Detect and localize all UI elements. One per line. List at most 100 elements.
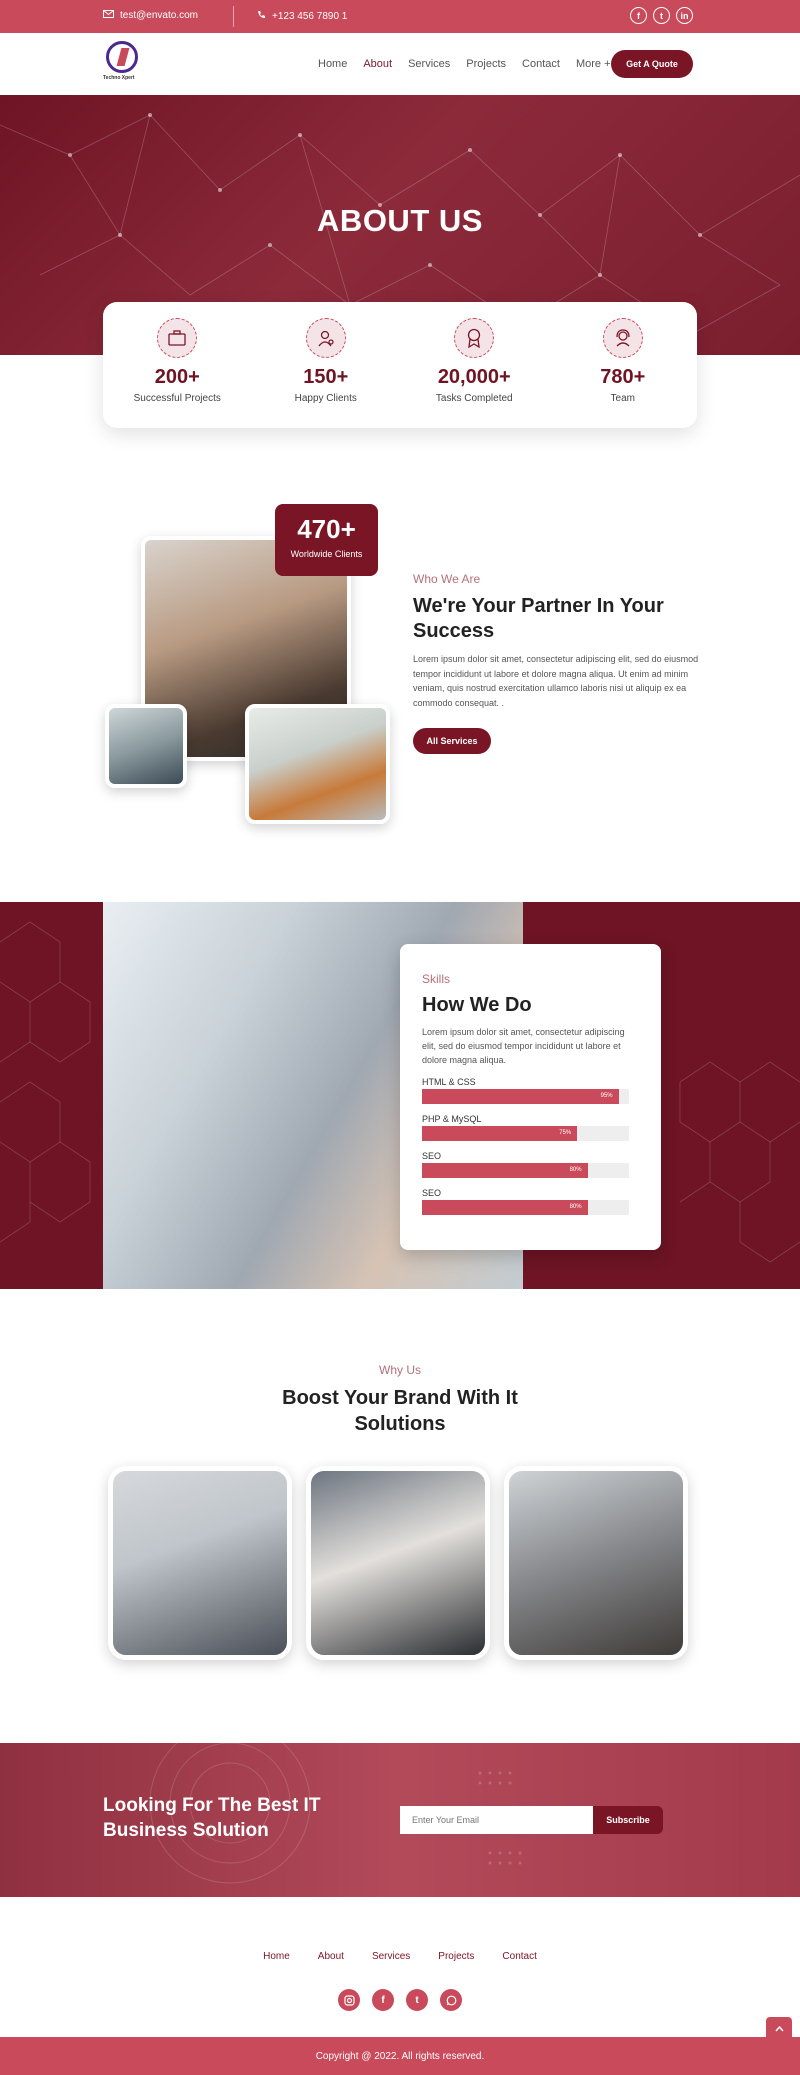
twitter-icon[interactable]: t (653, 7, 670, 24)
topbar-phone-text: +123 456 7890 1 (272, 10, 348, 22)
whatsapp-icon[interactable] (440, 1989, 462, 2011)
skill-track: 95% (422, 1089, 629, 1104)
about-text: Who We Are We're Your Partner In Your Su… (413, 572, 703, 754)
subscribe-button[interactable]: Subscribe (593, 1806, 663, 1834)
nav-home[interactable]: Home (318, 58, 347, 70)
nav-contact[interactable]: Contact (522, 58, 560, 70)
stat-label: Successful Projects (133, 393, 221, 404)
office-photo (105, 704, 187, 788)
skill-name: SEO (422, 1151, 442, 1161)
why-title: Boost Your Brand With It Solutions (282, 1387, 518, 1435)
footer-link-about[interactable]: About (318, 1951, 344, 1962)
stat-item: 200+ Successful Projects (103, 302, 252, 428)
topbar-email-text: test@envato.com (120, 10, 198, 21)
why-us-gallery (108, 1466, 692, 1660)
stat-item: 780+ Team (549, 302, 698, 428)
about-body: Lorem ipsum dolor sit amet, consectetur … (413, 654, 699, 708)
stat-label: Tasks Completed (435, 393, 513, 404)
footer-nav: Home About Services Projects Contact (0, 1951, 800, 1962)
gallery-card-businesswoman[interactable] (108, 1466, 292, 1660)
footer-link-services[interactable]: Services (372, 1951, 410, 1962)
all-services-button[interactable]: All Services (413, 728, 491, 754)
facebook-icon[interactable]: f (630, 7, 647, 24)
skill-bar: PHP & MySQL 75% (422, 1114, 639, 1141)
gallery-card-team[interactable] (504, 1466, 688, 1660)
phone-icon (257, 10, 266, 22)
clients-badge: 470+ Worldwide Clients (275, 504, 378, 576)
main-navbar: Techno Xpert Home About Services Project… (0, 33, 800, 95)
get-quote-button[interactable]: Get A Quote (611, 50, 693, 78)
skill-bar: SEO 80% (422, 1151, 639, 1178)
stat-value: 780+ (600, 366, 646, 388)
topbar-divider (233, 6, 234, 27)
stat-value: 20,000+ (437, 366, 511, 388)
copyright-bar: Copyright @ 2022. All rights reserved. (0, 2037, 800, 2075)
stat-label: Team (610, 393, 635, 404)
why-us-heading: Why Us Boost Your Brand With It Solution… (0, 1363, 800, 1437)
skill-fill: 75% (422, 1126, 578, 1141)
skills-kicker: Skills (422, 972, 451, 986)
laptop-worker-photo (245, 704, 390, 824)
stat-item: 150+ Happy Clients (252, 302, 401, 428)
twitter-icon[interactable]: t (406, 1989, 428, 2011)
nav-more[interactable]: More + (576, 58, 611, 70)
footer-link-projects[interactable]: Projects (438, 1951, 474, 1962)
back-to-top-button[interactable] (766, 2017, 792, 2041)
skills-section: Skills How We Do Lorem ipsum dolor sit a… (0, 902, 800, 1289)
newsletter-cta: Looking For The Best IT Business Solutio… (0, 1743, 800, 1897)
skill-fill: 80% (422, 1200, 588, 1215)
skill-track: 80% (422, 1163, 629, 1178)
skill-fill: 95% (422, 1089, 619, 1104)
nav-links: Home About Services Projects Contact Mor… (318, 58, 611, 70)
brand-name: Techno Xpert (103, 75, 135, 81)
top-bar: test@envato.com +123 456 7890 1 f t in (0, 0, 800, 33)
skills-card: Skills How We Do Lorem ipsum dolor sit a… (400, 944, 661, 1250)
topbar-phone[interactable]: +123 456 7890 1 (257, 10, 347, 22)
mail-icon (103, 10, 114, 21)
skill-track: 80% (422, 1200, 629, 1215)
stat-item: 20,000+ Tasks Completed (400, 302, 549, 428)
newsletter-email-input[interactable] (400, 1806, 595, 1834)
brand-logo[interactable]: Techno Xpert (103, 41, 143, 85)
skill-name: PHP & MySQL (422, 1114, 482, 1124)
page-title: ABOUT US (317, 203, 483, 238)
skill-fill: 80% (422, 1163, 588, 1178)
facebook-icon[interactable]: f (372, 1989, 394, 2011)
topbar-socials: f t in (630, 7, 693, 24)
nav-services[interactable]: Services (408, 58, 450, 70)
about-title: We're Your Partner In Your Success (413, 595, 664, 642)
stats-card: 200+ Successful Projects 150+ Happy Clie… (103, 302, 697, 428)
skill-percent: 75% (559, 1130, 572, 1136)
instagram-icon[interactable] (338, 1989, 360, 2011)
footer-socials: f t (0, 1989, 800, 2011)
nav-about[interactable]: About (363, 58, 392, 70)
skill-bar: SEO 80% (422, 1188, 639, 1215)
user-gear-icon (305, 318, 346, 358)
logo-mark (106, 41, 138, 73)
footer-link-contact[interactable]: Contact (502, 1951, 536, 1962)
skill-name: SEO (422, 1188, 442, 1198)
topbar-email[interactable]: test@envato.com (103, 10, 198, 21)
about-kicker: Who We Are (413, 572, 481, 586)
footer-link-home[interactable]: Home (263, 1951, 290, 1962)
skill-bar: HTML & CSS 95% (422, 1077, 639, 1104)
copyright-text: Copyright @ 2022. All rights reserved. (315, 2050, 485, 2062)
about-image-collage: 470+ Worldwide Clients (103, 504, 393, 824)
skill-track: 75% (422, 1126, 629, 1141)
gallery-card-meeting[interactable] (306, 1466, 490, 1660)
briefcase-icon (157, 318, 198, 358)
support-agent-icon (602, 318, 643, 358)
stat-value: 200+ (154, 366, 200, 388)
stat-value: 150+ (303, 366, 349, 388)
linkedin-icon[interactable]: in (676, 7, 693, 24)
stat-label: Happy Clients (294, 393, 357, 404)
skill-percent: 80% (569, 1167, 582, 1173)
chevron-up-icon (774, 2024, 784, 2035)
why-kicker: Why Us (379, 1363, 421, 1377)
badge-value: 470+ (297, 514, 356, 544)
nav-projects[interactable]: Projects (466, 58, 506, 70)
skill-percent: 80% (569, 1204, 582, 1210)
badge-label: Worldwide Clients (290, 549, 363, 559)
skills-title: How We Do (422, 994, 532, 1016)
award-icon (454, 318, 495, 358)
